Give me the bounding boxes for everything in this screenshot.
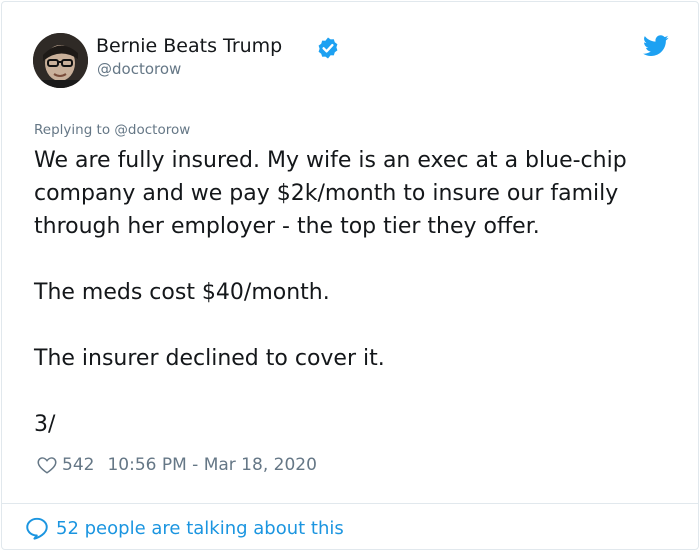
speech-bubble-icon (26, 517, 48, 540)
conversation-label[interactable]: 52 people are talking about this (56, 518, 344, 539)
conversation-link[interactable]: 52 people are talking about this (24, 514, 344, 542)
tweet-header: Bernie Beats Trump @doctorow (2, 2, 698, 102)
display-name[interactable]: Bernie Beats Trump (96, 35, 282, 57)
replying-to-label: Replying to (34, 122, 111, 138)
tweet-paragraph: We are fully insured. My wife is an exec… (34, 148, 627, 239)
avatar[interactable] (33, 33, 88, 88)
tweet-timestamp[interactable]: 10:56 PM - Mar 18, 2020 (107, 455, 316, 475)
tweet-text: We are fully insured. My wife is an exec… (34, 144, 684, 441)
replying-to-line: Replying to @doctorow (34, 122, 190, 138)
replying-to-handle-link[interactable]: @doctorow (114, 122, 190, 138)
like-count[interactable]: 542 (62, 455, 94, 475)
tweet-card[interactable]: Bernie Beats Trump @doctorow Replying to… (1, 1, 699, 550)
twitter-bird-icon[interactable] (643, 35, 669, 57)
tweet-paragraph: The meds cost $40/month. (34, 280, 330, 305)
verified-badge-icon (318, 37, 338, 59)
heart-icon[interactable] (36, 454, 58, 476)
tweet-paragraph: 3/ (34, 412, 56, 437)
divider (2, 503, 698, 504)
tweet-paragraph: The insurer declined to cover it. (34, 346, 385, 371)
user-handle[interactable]: @doctorow (97, 60, 181, 78)
tweet-meta: 542 10:56 PM - Mar 18, 2020 (36, 452, 317, 478)
